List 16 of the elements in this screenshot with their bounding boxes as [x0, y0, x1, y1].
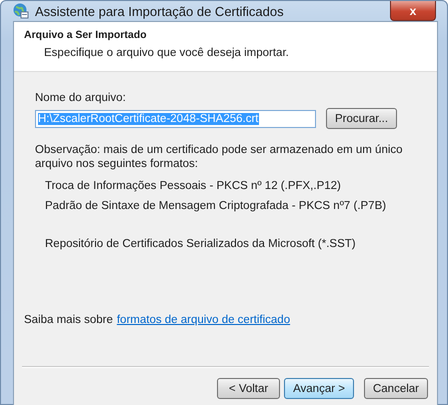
wizard-button[interactable]: Avançar >: [284, 378, 354, 399]
page-subtitle: Especifique o arquivo que você deseja importar.: [44, 47, 290, 59]
globe-certificate-icon: [13, 3, 29, 19]
page-title: Arquivo a Ser Importado: [24, 29, 148, 41]
field-label: Nome do arquivo:: [35, 92, 127, 104]
wizard-button[interactable]: < Voltar: [217, 378, 280, 399]
wizard-button[interactable]: Cancelar: [364, 378, 428, 399]
format-item: Repositório de Certificados Serializados da Microsoft (*.SST): [45, 238, 357, 250]
format-item: Padrão de Sintaxe de Mensagem Criptografada - PKCS nº7 (.P7B): [45, 200, 388, 212]
more-info-text: Saiba mais sobre: [24, 314, 113, 326]
formats-link[interactable]: formatos de arquivo de certificado: [116, 314, 290, 326]
close-button[interactable]: x: [390, 1, 436, 21]
window-title: Assistente para Importação de Certificados: [35, 4, 285, 18]
browse-button[interactable]: Procurar...: [326, 108, 398, 129]
note-text: Observação: mais de um certificado pode ser armazenado em um único arquivo nos seguintes formatos:: [35, 143, 404, 171]
format-item: Troca de Informações Pessoais - PKCS nº 12 (.PFX,.P12): [45, 180, 342, 192]
